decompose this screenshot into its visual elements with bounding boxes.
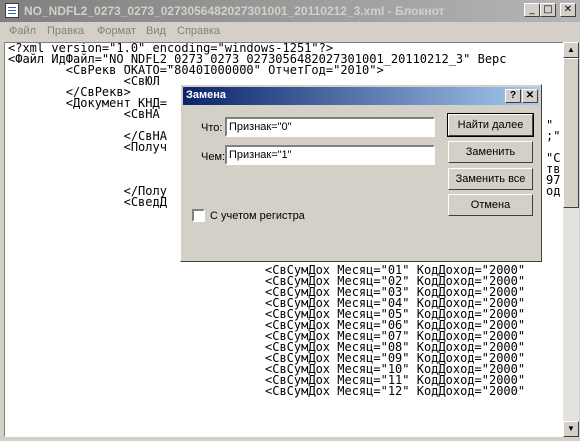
scroll-thumb[interactable] <box>563 58 579 208</box>
dialog-title: Замена <box>186 89 227 101</box>
notepad-icon[interactable] <box>5 3 19 18</box>
cancel-button[interactable]: Отмена <box>448 194 533 216</box>
menu-file[interactable]: Файл <box>9 25 36 37</box>
match-case-label[interactable]: С учетом регистра <box>210 210 305 222</box>
menu-help[interactable]: Справка <box>177 25 220 37</box>
menu-view[interactable]: Вид <box>146 25 166 37</box>
close-button[interactable]: ✕ <box>560 3 576 17</box>
replace-dialog: Замена ? ✕ Что: Признак="0" Чем: Признак… <box>180 84 542 262</box>
menubar: Файл Правка Формат Вид Справка <box>0 22 580 41</box>
dialog-help-button[interactable]: ? <box>505 89 521 103</box>
replace-button[interactable]: Заменить <box>448 141 533 163</box>
scroll-down-button[interactable]: ▼ <box>563 421 579 437</box>
find-label: Что: <box>201 122 223 134</box>
replace-label: Чем: <box>201 151 226 163</box>
find-next-button[interactable]: Найти далее <box>447 113 534 137</box>
editor-line-fragment: од <box>546 184 561 198</box>
editor-line-fragment: ;" <box>546 129 561 143</box>
scroll-up-button[interactable]: ▲ <box>563 42 579 58</box>
minimize-button[interactable]: _ <box>524 3 540 17</box>
dialog-close-button[interactable]: ✕ <box>522 89 538 103</box>
income-row: <СвСумДох Месяц="12" КодДоход="2000" <box>265 384 526 398</box>
menu-format[interactable]: Формат <box>97 25 136 37</box>
vertical-scrollbar[interactable]: ▲ ▼ <box>563 42 579 437</box>
window-title: NO_NDFL2_0273_0273_0273056482027301001_2… <box>24 4 445 18</box>
menu-edit[interactable]: Правка <box>47 25 84 37</box>
match-case-checkbox[interactable] <box>192 209 205 222</box>
find-input[interactable]: Признак="0" <box>225 117 435 137</box>
maximize-button[interactable]: □ <box>540 3 556 17</box>
replace-input[interactable]: Признак="1" <box>225 145 435 165</box>
replace-all-button[interactable]: Заменить все <box>448 168 533 190</box>
window-titlebar: NO_NDFL2_0273_0273_0273056482027301001_2… <box>0 0 580 22</box>
dialog-titlebar: Замена ? ✕ <box>183 87 539 105</box>
